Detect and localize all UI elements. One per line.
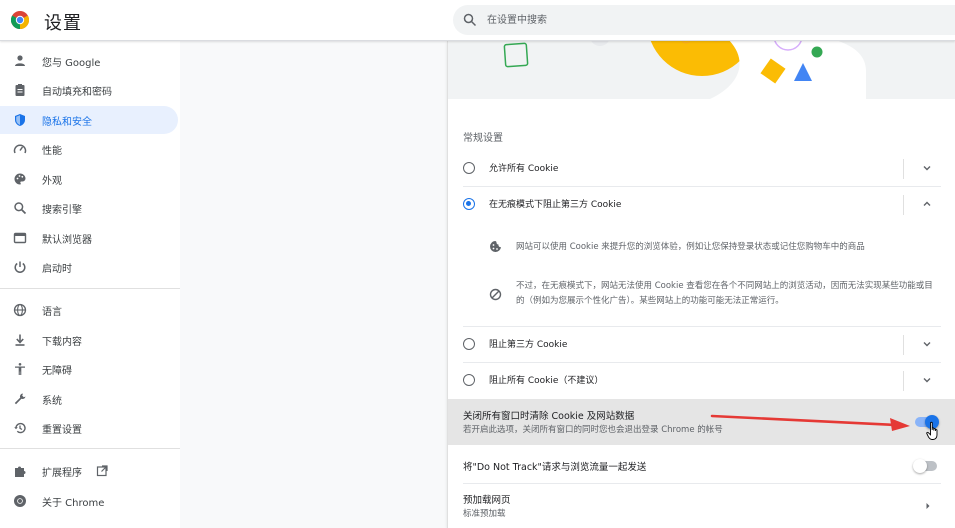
power-icon — [14, 261, 26, 273]
sidebar-item-system[interactable]: 系统 — [0, 385, 178, 413]
search-icon — [14, 202, 27, 215]
sidebar-divider — [0, 448, 180, 449]
cookie-option-allow-all[interactable]: 允许所有 Cookie — [448, 150, 955, 186]
accessibility-icon — [15, 363, 25, 375]
radio-button[interactable] — [463, 374, 475, 386]
block-icon — [489, 288, 502, 301]
sidebar-divider — [0, 288, 180, 289]
option-label: 允许所有 Cookie — [489, 164, 559, 174]
sidebar-item-label: 重置设置 — [42, 425, 82, 436]
sidebar-item-label: 隐私和安全 — [42, 117, 92, 128]
setting-subtitle: 标准预加载 — [463, 509, 506, 519]
top-bar: 设置 — [0, 0, 955, 41]
option-label: 在无痕模式下阻止第三方 Cookie — [489, 200, 622, 210]
sidebar-item-label: 默认浏览器 — [42, 235, 92, 246]
detail-text: 网站可以使用 Cookie 来提升您的浏览体验，例如让您保持登录状态或记住您购物… — [516, 242, 865, 252]
sidebar-item-label: 您与 Google — [42, 58, 101, 69]
search-box[interactable] — [453, 5, 955, 35]
option-label: 阻止第三方 Cookie — [489, 340, 568, 350]
radio-button-selected[interactable] — [463, 198, 475, 210]
sidebar-item-privacy[interactable]: 隐私和安全 — [0, 106, 178, 134]
do-not-track-row[interactable]: 将"Do Not Track"请求与浏览流量一起发送 — [448, 445, 955, 483]
sidebar-item-label: 系统 — [42, 396, 62, 407]
sidebar-item-downloads[interactable]: 下载内容 — [0, 326, 178, 354]
globe-icon — [13, 303, 27, 317]
sidebar-item-label: 启动时 — [42, 264, 72, 275]
chrome-logo-icon — [11, 11, 29, 29]
divider — [903, 335, 904, 355]
clipboard-icon — [15, 84, 25, 96]
search-input[interactable] — [487, 11, 927, 29]
chevron-down-icon[interactable] — [922, 339, 932, 349]
divider — [903, 159, 904, 179]
option-label: 阻止所有 Cookie（不建议） — [489, 376, 604, 386]
do-not-track-toggle[interactable] — [913, 459, 937, 473]
sidebar-item-accessibility[interactable]: 无障碍 — [0, 355, 178, 383]
download-icon — [15, 334, 25, 346]
sidebar-item-you-and-google[interactable]: 您与 Google — [0, 47, 178, 75]
open-in-new-icon[interactable] — [96, 465, 108, 477]
page-title: 设置 — [44, 13, 82, 34]
sidebar-item-label: 搜索引擎 — [42, 205, 82, 216]
preload-row[interactable]: 预加载网页 标准预加载 — [448, 483, 955, 528]
setting-title: 预加载网页 — [463, 495, 511, 506]
cookie-icon — [490, 241, 501, 252]
chevron-right-icon[interactable] — [924, 501, 932, 511]
palette-icon — [14, 173, 26, 185]
sidebar-item-search-engine[interactable]: 搜索引擎 — [0, 194, 178, 222]
person-icon — [15, 55, 25, 66]
chevron-up-icon[interactable] — [922, 199, 932, 209]
browser-window-icon — [13, 232, 27, 244]
puzzle-piece-icon — [15, 466, 26, 477]
sidebar-item-reset-settings[interactable]: 重置设置 — [0, 414, 178, 442]
sidebar-item-label: 性能 — [42, 146, 62, 157]
chevron-down-icon[interactable] — [922, 375, 932, 385]
section-heading: 常规设置 — [463, 133, 503, 144]
cookie-option-block-third-party[interactable]: 阻止第三方 Cookie — [448, 326, 955, 362]
annotation-arrow — [710, 414, 910, 431]
detail-text: 不过，在无痕模式下，网站无法使用 Cookie 查看您在各个不同网站上的浏览活动… — [516, 281, 933, 306]
wrench-icon — [14, 393, 26, 405]
sidebar-item-about-chrome[interactable]: 关于 Chrome — [0, 487, 178, 515]
sidebar-item-autofill[interactable]: 自动填充和密码 — [0, 76, 178, 104]
shield-icon — [15, 114, 25, 126]
sidebar-item-extensions[interactable]: 扩展程序 — [0, 457, 178, 485]
cookie-settings-card: 常规设置 允许所有 Cookie 在无痕模式下阻止第三方 Cookie 网站可以… — [447, 41, 955, 528]
sidebar-item-languages[interactable]: 语言 — [0, 296, 178, 324]
chrome-icon — [14, 495, 26, 507]
sidebar: 您与 Google 自动填充和密码 隐私和安全 性能 外观 搜索引擎 默认浏览器… — [0, 41, 180, 528]
sidebar-item-label: 下载内容 — [42, 337, 82, 348]
history-icon — [14, 422, 26, 434]
setting-subtitle: 若开启此选项，关闭所有窗口的同时您也会退出登录 Chrome 的帐号 — [463, 425, 723, 435]
sidebar-item-appearance[interactable]: 外观 — [0, 165, 178, 193]
sidebar-item-on-startup[interactable]: 启动时 — [0, 253, 178, 281]
sidebar-item-label: 扩展程序 — [42, 468, 82, 479]
toggle-knob — [913, 459, 927, 473]
cookie-option-block-third-party-incognito[interactable]: 在无痕模式下阻止第三方 Cookie — [448, 186, 955, 222]
sidebar-item-label: 外观 — [42, 176, 62, 187]
chevron-down-icon[interactable] — [922, 163, 932, 173]
sidebar-item-default-browser[interactable]: 默认浏览器 — [0, 224, 178, 252]
sidebar-item-label: 自动填充和密码 — [42, 87, 112, 98]
speedometer-icon — [13, 144, 27, 154]
sidebar-item-performance[interactable]: 性能 — [0, 135, 178, 163]
divider — [903, 371, 904, 391]
search-icon — [463, 13, 477, 27]
cookie-option-block-all[interactable]: 阻止所有 Cookie（不建议） — [448, 362, 955, 398]
setting-title: 关闭所有窗口时清除 Cookie 及网站数据 — [463, 411, 635, 422]
divider — [903, 195, 904, 215]
setting-title: 将"Do Not Track"请求与浏览流量一起发送 — [463, 462, 647, 473]
radio-button[interactable] — [463, 162, 475, 174]
radio-button[interactable] — [463, 338, 475, 350]
sidebar-item-label: 关于 Chrome — [42, 498, 105, 509]
hand-cursor-icon — [926, 421, 938, 440]
sidebar-item-label: 无障碍 — [42, 366, 72, 377]
sidebar-item-label: 语言 — [42, 307, 62, 318]
cookie-illustration — [448, 41, 955, 99]
